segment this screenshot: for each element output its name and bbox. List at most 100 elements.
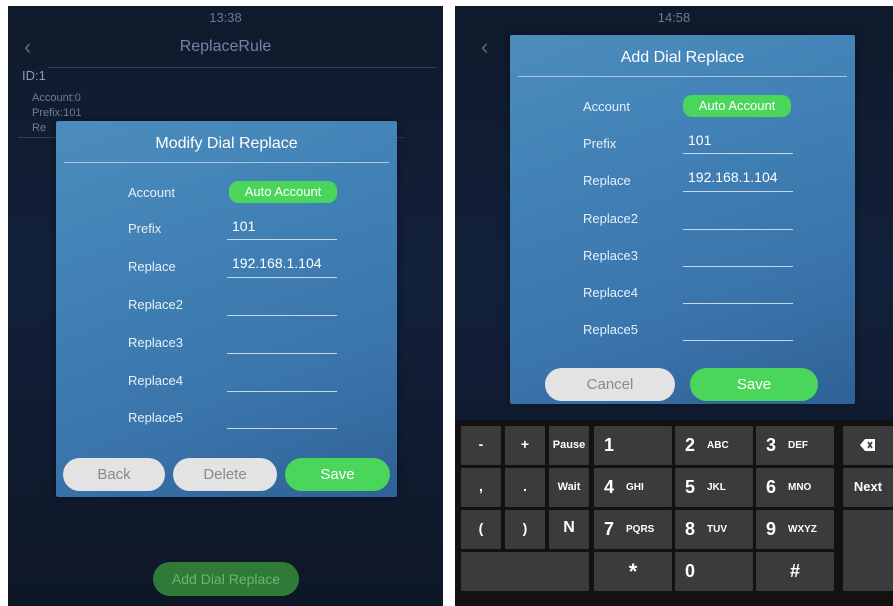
- account-label: Account: [583, 99, 630, 114]
- key-blank: [461, 552, 589, 591]
- key-6[interactable]: 6 MNO: [756, 468, 834, 507]
- key-7[interactable]: 7 PQRS: [594, 510, 672, 549]
- backspace-key[interactable]: [843, 426, 893, 465]
- key-wait[interactable]: Wait: [549, 468, 589, 507]
- right-screen: 14:58 ‹ Add Dial Replace Account Auto Ac…: [455, 6, 893, 606]
- key-n[interactable]: N: [549, 510, 589, 549]
- key-letters: TUV: [707, 524, 727, 535]
- key-number: 3: [766, 435, 777, 455]
- replace-input[interactable]: 192.168.1.104: [688, 169, 778, 185]
- prefix-input[interactable]: 101: [688, 132, 711, 148]
- dialog-title: Add Dial Replace: [620, 49, 745, 66]
- key-plus[interactable]: +: [505, 426, 545, 465]
- prefix-underline: [683, 153, 793, 154]
- backspace-icon: [843, 438, 893, 455]
- key-number: 8: [685, 519, 696, 539]
- key-0[interactable]: 0: [675, 552, 753, 591]
- account-label: Account: [128, 185, 175, 200]
- key-label: Next: [853, 479, 883, 494]
- replace4-label: Replace4: [583, 285, 638, 300]
- key-letters: DEF: [788, 440, 808, 451]
- rule-id: ID:1: [22, 68, 46, 83]
- key-pause[interactable]: Pause: [549, 426, 589, 465]
- replace2-input[interactable]: [683, 229, 793, 230]
- key-spacer: [843, 510, 893, 591]
- next-key[interactable]: Next: [843, 468, 893, 507]
- numeric-keyboard: - + Pause 1 2 ABC 3 DEF , . Wait 4 GHI 5 JKL…: [455, 420, 893, 606]
- key-9[interactable]: 9 WXYZ: [756, 510, 834, 549]
- key-number: 1: [604, 435, 615, 455]
- rule-account: Account:0: [32, 92, 81, 104]
- key-star[interactable]: *: [594, 552, 672, 591]
- add-dial-replace-button[interactable]: Add Dial Replace: [153, 562, 299, 596]
- key-8[interactable]: 8 TUV: [675, 510, 753, 549]
- replace3-label: Replace3: [583, 248, 638, 263]
- divider: [48, 67, 437, 68]
- key-label: *: [628, 559, 638, 584]
- key-comma[interactable]: ,: [461, 468, 501, 507]
- save-button[interactable]: Save: [285, 458, 390, 491]
- key-letters: PQRS: [626, 524, 655, 535]
- key-1[interactable]: 1: [594, 426, 672, 465]
- key-label: #: [789, 561, 800, 581]
- replace4-input[interactable]: [227, 391, 337, 392]
- replace4-input[interactable]: [683, 303, 793, 304]
- key-number: 2: [685, 435, 696, 455]
- replace5-input[interactable]: [683, 340, 793, 341]
- key-label: N: [563, 519, 575, 536]
- replace5-input[interactable]: [227, 428, 337, 429]
- replace-underline: [683, 191, 793, 192]
- rule-prefix: Prefix:101: [32, 107, 82, 119]
- replace3-label: Replace3: [128, 335, 183, 350]
- key-number: 7: [604, 519, 615, 539]
- replace-input[interactable]: 192.168.1.104: [232, 255, 338, 271]
- key-label: Wait: [557, 481, 581, 493]
- rule-replace: Re: [32, 122, 47, 134]
- prefix-input[interactable]: 101: [232, 218, 255, 234]
- replace2-label: Replace2: [583, 211, 638, 226]
- key-label: (: [478, 520, 484, 536]
- add-dial-replace-dialog: Add Dial Replace Account Auto Account Pr…: [510, 35, 855, 404]
- key-letters: ABC: [707, 440, 729, 451]
- key-label: +: [520, 436, 530, 452]
- key-3[interactable]: 3 DEF: [756, 426, 834, 465]
- replace-underline: [227, 277, 337, 278]
- key-label: ): [522, 520, 528, 536]
- replace5-label: Replace5: [128, 410, 183, 425]
- page-title: ReplaceRule: [179, 38, 272, 55]
- cancel-button[interactable]: Cancel: [545, 368, 675, 401]
- key-period[interactable]: .: [505, 468, 545, 507]
- prefix-label: Prefix: [128, 221, 162, 236]
- key-number: 0: [685, 561, 696, 581]
- replace3-input[interactable]: [683, 266, 793, 267]
- key-2[interactable]: 2 ABC: [675, 426, 753, 465]
- account-selector[interactable]: Auto Account: [683, 95, 791, 117]
- key-letters: GHI: [626, 482, 644, 493]
- key-4[interactable]: 4 GHI: [594, 468, 672, 507]
- replace2-input[interactable]: [227, 315, 337, 316]
- key-close-paren[interactable]: ): [505, 510, 545, 549]
- dialog-title: Modify Dial Replace: [155, 135, 298, 152]
- key-label: -: [478, 436, 484, 452]
- back-button[interactable]: Back: [63, 458, 165, 491]
- key-5[interactable]: 5 JKL: [675, 468, 753, 507]
- replace4-label: Replace4: [128, 373, 183, 388]
- key-label: ,: [479, 478, 483, 494]
- key-letters: MNO: [788, 482, 812, 493]
- key-letters: JKL: [707, 482, 726, 493]
- back-chevron-icon[interactable]: ‹: [481, 36, 488, 58]
- delete-button[interactable]: Delete: [173, 458, 277, 491]
- key-open-paren[interactable]: (: [461, 510, 501, 549]
- account-selector[interactable]: Auto Account: [229, 181, 337, 203]
- status-time: 13:38: [209, 10, 242, 25]
- replace-label: Replace: [583, 173, 631, 188]
- left-screen: 13:38 ‹ ReplaceRule ID:1 Account:0 Prefi…: [8, 6, 443, 606]
- save-button[interactable]: Save: [690, 368, 818, 401]
- prefix-underline: [227, 239, 337, 240]
- key-hash[interactable]: #: [756, 552, 834, 591]
- replace2-label: Replace2: [128, 297, 183, 312]
- key-minus[interactable]: -: [461, 426, 501, 465]
- status-time: 14:58: [657, 10, 691, 25]
- replace3-input[interactable]: [227, 353, 337, 354]
- key-number: 4: [604, 477, 615, 497]
